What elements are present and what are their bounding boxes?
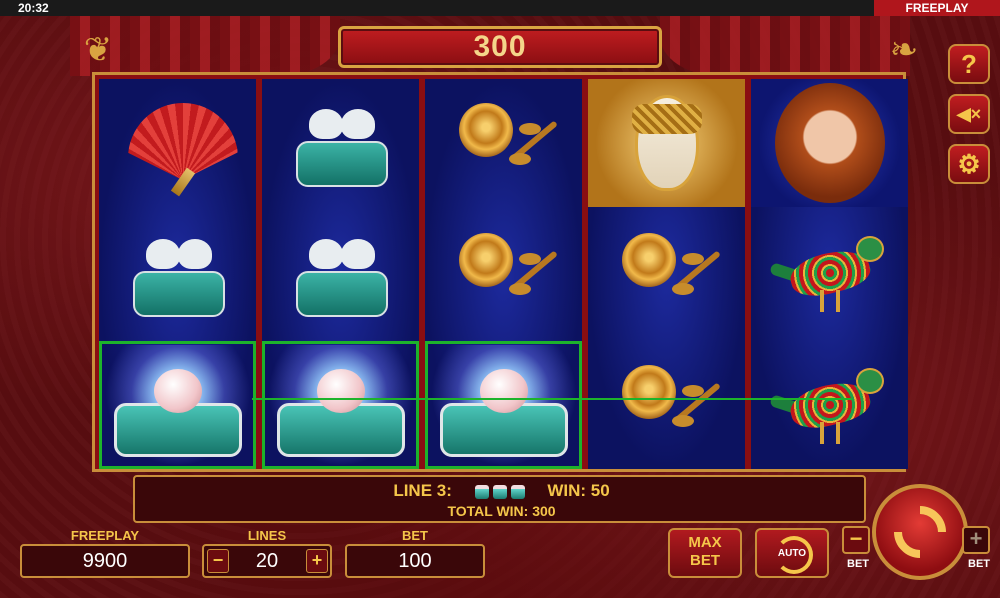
reel-2	[262, 79, 419, 469]
reel-4	[588, 79, 745, 469]
settings-button[interactable]: ⚙	[948, 144, 990, 184]
sound-toggle-button[interactable]: ◀×	[948, 94, 990, 134]
plus-icon: +	[962, 526, 990, 554]
line-label: LINE 3:	[393, 481, 452, 500]
reel-3-cell-3-winning	[425, 341, 582, 469]
reel-5-cell-2	[751, 209, 908, 337]
music-box-mini-icon	[492, 484, 507, 499]
lines-plus-button[interactable]: +	[306, 549, 328, 573]
dove-box-symbol	[281, 223, 401, 323]
music-box-symbol	[429, 345, 578, 465]
total-win: TOTAL WIN: 300	[447, 503, 556, 519]
reel-5-cell-3	[751, 341, 908, 469]
spin-arrows-icon	[883, 495, 957, 569]
reel-4-cell-1	[588, 79, 745, 207]
lines-label: LINES	[247, 528, 287, 543]
freeplay-label: FREEPLAY	[70, 528, 140, 543]
reel-5-cell-1	[751, 79, 908, 207]
reel-1-cell-2	[99, 209, 256, 337]
status-bar: 20:32 FREEPLAY	[0, 0, 1000, 16]
reel-3	[425, 79, 582, 469]
win-display: 300	[338, 26, 662, 68]
freeplay-balance: 9900	[20, 544, 190, 578]
reel-2-cell-1	[262, 79, 419, 207]
speaker-muted-icon: ◀×	[956, 104, 982, 124]
spin-button[interactable]	[872, 484, 968, 580]
reel-frame	[92, 72, 908, 472]
rose-symbol	[612, 355, 722, 455]
bet-decrease-button[interactable]: − BET	[842, 526, 874, 578]
win-info-bar: LINE 3: WIN: 50 TOTAL WIN: 300	[133, 475, 866, 523]
music-box-symbol	[103, 345, 252, 465]
reel-3-cell-1	[425, 79, 582, 207]
scroll-ornament-left: ❦	[83, 31, 113, 69]
music-box-symbol	[266, 345, 415, 465]
mask-symbol	[588, 79, 745, 207]
help-button[interactable]: ?	[948, 44, 990, 84]
bet-label: BET	[402, 528, 428, 543]
reel-3-cell-2	[425, 209, 582, 337]
clock: 20:32	[18, 1, 49, 15]
line-win-label: WIN: 50	[547, 481, 610, 500]
music-box-mini-icon	[510, 484, 525, 499]
bird-symbol	[768, 360, 890, 450]
dove-box-symbol	[281, 93, 401, 193]
rose-symbol	[612, 223, 722, 323]
lines-minus-button[interactable]: −	[207, 549, 229, 573]
fan-symbol	[123, 98, 238, 197]
payline-3	[252, 398, 852, 400]
line-symbols	[473, 481, 527, 501]
portrait-symbol	[751, 79, 908, 207]
lines-value: 20	[255, 550, 279, 572]
gear-icon: ⚙	[957, 149, 981, 179]
minus-icon: −	[842, 526, 870, 554]
scroll-ornament-right: ❧	[889, 31, 919, 69]
dove-box-symbol	[118, 223, 238, 323]
bet-increase-button[interactable]: + BET	[962, 526, 996, 578]
autoplay-button[interactable]: AUTO	[755, 528, 829, 578]
bird-symbol	[768, 228, 890, 318]
reel-4-cell-3	[588, 341, 745, 469]
rose-symbol	[449, 93, 559, 193]
reel-1-cell-3-winning	[99, 341, 256, 469]
rose-symbol	[449, 223, 559, 323]
question-icon: ?	[961, 49, 977, 79]
curtain-right	[660, 16, 910, 76]
bet-value: 100	[345, 544, 485, 578]
reel-1-cell-1	[99, 79, 256, 207]
reel-2-cell-3-winning	[262, 341, 419, 469]
reel-2-cell-2	[262, 209, 419, 337]
line-win-text: LINE 3: WIN: 50	[135, 481, 868, 501]
mode-tab: FREEPLAY	[874, 0, 1000, 16]
music-box-mini-icon	[474, 484, 489, 499]
reel-4-cell-2	[588, 209, 745, 337]
reel-1	[99, 79, 256, 469]
reel-5	[751, 79, 908, 469]
max-bet-button[interactable]: MAX BET	[668, 528, 742, 578]
